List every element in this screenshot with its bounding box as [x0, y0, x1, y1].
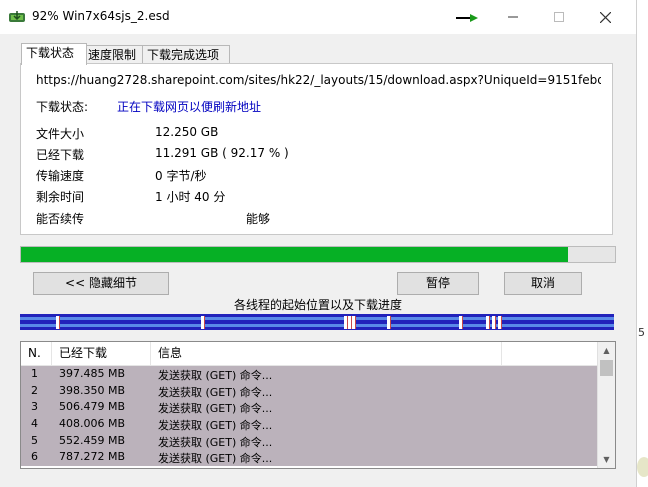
minimize-button[interactable] [490, 0, 536, 34]
thread-gap-marker [390, 316, 391, 329]
row-number: 5 [31, 433, 38, 447]
thread-gap-marker [351, 316, 352, 329]
hide-details-button[interactable]: << 隐藏细节 [33, 272, 169, 295]
tab-speed-limit[interactable]: 速度限制 [83, 45, 149, 64]
downloaded-value: 11.291 GB ( 92.17 % ) [155, 146, 289, 160]
status-value: 正在下载网页以便刷新地址 [117, 100, 262, 114]
thread-start-marker [498, 316, 501, 329]
background-text: 5 [638, 326, 645, 339]
file-size-label: 文件大小 [36, 127, 85, 141]
download-progress-bar [20, 246, 616, 263]
status-panel: https://huang2728.sharepoint.com/sites/h… [20, 63, 613, 235]
row-downloaded: 506.479 MB [59, 400, 126, 414]
close-button[interactable] [582, 0, 628, 34]
table-row[interactable]: 1 397.485 MB 发送获取 (GET) 命令... [21, 366, 598, 383]
row-info: 发送获取 (GET) 命令... [158, 369, 273, 382]
table-row[interactable]: 2 398.350 MB 发送获取 (GET) 命令... [21, 382, 598, 400]
status-label: 下载状态: [36, 100, 89, 114]
background-shape [637, 457, 648, 477]
row-downloaded: 408.006 MB [59, 417, 126, 431]
transfer-arrow-icon [456, 14, 478, 22]
row-info: 发送获取 (GET) 命令... [158, 385, 273, 399]
threads-title: 各线程的起始位置以及下载进度 [233, 298, 402, 312]
thread-gap-marker [347, 316, 348, 329]
row-number: 1 [31, 367, 38, 380]
row-number: 4 [31, 417, 38, 431]
row-info: 发送获取 (GET) 命令... [158, 435, 273, 449]
table-row[interactable]: 4 408.006 MB 发送获取 (GET) 命令... [21, 416, 598, 433]
thread-bar-highlight [20, 317, 614, 320]
minimize-icon [508, 16, 518, 18]
thread-list-header: N. 已经下载 信息 [21, 342, 598, 366]
thread-gap-marker [204, 316, 205, 329]
thread-start-marker [352, 316, 355, 329]
resume-label: 能否续传 [36, 212, 85, 226]
thread-start-marker [492, 316, 495, 329]
row-number: 6 [31, 450, 38, 464]
progress-fill [21, 247, 569, 262]
row-info: 发送获取 (GET) 命令... [158, 419, 273, 433]
pause-button[interactable]: 暂停 [397, 272, 479, 295]
download-url: https://huang2728.sharepoint.com/sites/h… [36, 73, 601, 87]
table-row[interactable]: 6 787.272 MB 发送获取 (GET) 命令... [21, 449, 598, 467]
thread-gap-marker [495, 316, 496, 329]
column-info[interactable]: 信息 [151, 342, 502, 365]
thread-start-marker [56, 316, 59, 329]
idm-app-icon [9, 11, 25, 22]
time-left-label: 剩余时间 [36, 190, 85, 204]
thread-start-marker [348, 316, 351, 329]
scroll-down-arrow-icon[interactable]: ▼ [598, 451, 615, 468]
thread-rows: 1 397.485 MB 发送获取 (GET) 命令... 2 398.350 … [21, 366, 598, 467]
list-scrollbar[interactable]: ▲ ▼ [597, 342, 615, 468]
downloaded-label: 已经下载 [36, 148, 85, 162]
thread-gap-marker [59, 316, 60, 329]
table-row[interactable]: 3 506.479 MB 发送获取 (GET) 命令... [21, 399, 598, 417]
cancel-button[interactable]: 取消 [504, 272, 582, 295]
thread-start-marker [344, 316, 347, 329]
thread-start-marker [486, 316, 489, 329]
row-downloaded: 397.485 MB [59, 367, 126, 380]
tab-download-status[interactable]: 下载状态 [21, 43, 87, 65]
row-info: 发送获取 (GET) 命令... [158, 452, 273, 466]
speed-value: 0 字节/秒 [155, 169, 207, 183]
row-downloaded: 787.272 MB [59, 450, 126, 464]
resume-value: 能够 [246, 212, 271, 226]
thread-list: N. 已经下载 信息 1 397.485 MB 发送获取 (GET) 命令...… [20, 341, 616, 469]
title-bar: 92% Win7x64sjs_2.esd [0, 0, 636, 34]
column-empty [502, 342, 598, 365]
thread-progress-bar [20, 314, 614, 330]
row-downloaded: 398.350 MB [59, 383, 126, 397]
maximize-icon [554, 12, 564, 22]
maximize-button[interactable] [536, 0, 582, 34]
scroll-thumb[interactable] [600, 360, 613, 376]
file-size-value: 12.250 GB [155, 125, 219, 139]
row-info: 发送获取 (GET) 命令... [158, 402, 273, 416]
scroll-up-arrow-icon[interactable]: ▲ [598, 342, 615, 359]
window-title: 92% Win7x64sjs_2.esd [32, 9, 170, 23]
thread-gap-marker [501, 316, 502, 329]
row-number: 3 [31, 400, 38, 414]
row-downloaded: 552.459 MB [59, 433, 126, 447]
row-number: 2 [31, 383, 38, 397]
thread-gap-marker [355, 316, 356, 329]
background-window-edge [636, 0, 648, 487]
close-icon [599, 11, 611, 23]
thread-start-marker [201, 316, 204, 329]
column-number[interactable]: N. [21, 342, 52, 365]
thread-gap-marker [462, 316, 463, 329]
thread-start-marker [459, 316, 462, 329]
thread-gap-marker [489, 316, 490, 329]
tab-completion-options[interactable]: 下载完成选项 [142, 45, 230, 64]
table-row[interactable]: 5 552.459 MB 发送获取 (GET) 命令... [21, 432, 598, 450]
speed-label: 传输速度 [36, 169, 85, 183]
thread-bar-fill [20, 314, 614, 330]
column-downloaded[interactable]: 已经下载 [52, 342, 151, 365]
thread-start-marker [387, 316, 390, 329]
thread-bar-highlight [20, 324, 614, 327]
time-left-value: 1 小时 40 分 [155, 190, 226, 204]
